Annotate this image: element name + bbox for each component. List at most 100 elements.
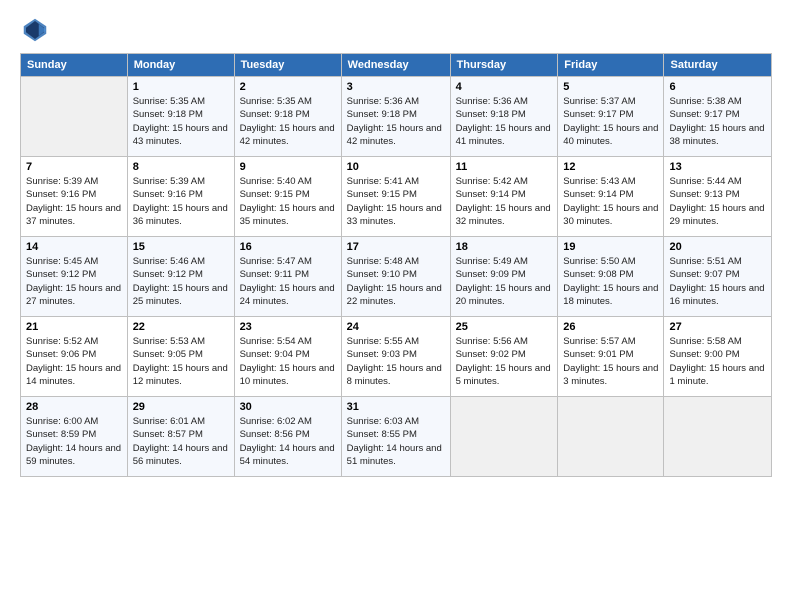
day-cell: 10 Sunrise: 5:41 AMSunset: 9:15 PMDayligh… xyxy=(341,157,450,237)
day-cell xyxy=(558,397,664,477)
day-number: 8 xyxy=(133,161,229,173)
day-number: 2 xyxy=(240,81,336,93)
day-info: Sunrise: 5:55 AMSunset: 9:03 PMDaylight:… xyxy=(347,335,445,388)
day-cell: 2 Sunrise: 5:35 AMSunset: 9:18 PMDaylight… xyxy=(234,77,341,157)
day-cell: 4 Sunrise: 5:36 AMSunset: 9:18 PMDaylight… xyxy=(450,77,558,157)
day-cell: 29Sunrise: 6:01 AMSunset: 8:57 PMDayligh… xyxy=(127,397,234,477)
day-cell: 12 Sunrise: 5:43 AMSunset: 9:14 PMDayligh… xyxy=(558,157,664,237)
day-cell: 26 Sunrise: 5:57 AMSunset: 9:01 PMDayligh… xyxy=(558,317,664,397)
day-number: 21 xyxy=(26,321,122,333)
col-header-sunday: Sunday xyxy=(21,54,128,77)
day-info: Sunrise: 5:40 AMSunset: 9:15 PMDaylight:… xyxy=(240,175,336,228)
day-cell: 7Sunrise: 5:39 AMSunset: 9:16 PMDaylight… xyxy=(21,157,128,237)
day-cell: 20 Sunrise: 5:51 AMSunset: 9:07 PMDayligh… xyxy=(664,237,772,317)
day-cell: 27 Sunrise: 5:58 AMSunset: 9:00 PMDayligh… xyxy=(664,317,772,397)
col-header-tuesday: Tuesday xyxy=(234,54,341,77)
col-header-friday: Friday xyxy=(558,54,664,77)
day-info: Sunrise: 5:35 AMSunset: 9:18 PMDaylight:… xyxy=(240,95,336,148)
day-info: Sunrise: 5:54 AMSunset: 9:04 PMDaylight:… xyxy=(240,335,336,388)
week-row-2: 7Sunrise: 5:39 AMSunset: 9:16 PMDaylight… xyxy=(21,157,772,237)
day-number: 15 xyxy=(133,241,229,253)
day-number: 3 xyxy=(347,81,445,93)
day-number: 20 xyxy=(669,241,766,253)
day-number: 5 xyxy=(563,81,658,93)
day-info: Sunrise: 5:43 AMSunset: 9:14 PMDaylight:… xyxy=(563,175,658,228)
day-number: 10 xyxy=(347,161,445,173)
day-info: Sunrise: 5:51 AMSunset: 9:07 PMDaylight:… xyxy=(669,255,766,308)
day-info: Sunrise: 5:35 AMSunset: 9:18 PMDaylight:… xyxy=(133,95,229,148)
day-info: Sunrise: 5:56 AMSunset: 9:02 PMDaylight:… xyxy=(456,335,553,388)
day-info: Sunrise: 5:45 AMSunset: 9:12 PMDaylight:… xyxy=(26,255,122,308)
day-cell xyxy=(450,397,558,477)
day-number: 6 xyxy=(669,81,766,93)
col-header-wednesday: Wednesday xyxy=(341,54,450,77)
day-number: 11 xyxy=(456,161,553,173)
day-cell: 5Sunrise: 5:37 AMSunset: 9:17 PMDaylight… xyxy=(558,77,664,157)
week-row-3: 14 Sunrise: 5:45 AMSunset: 9:12 PMDayligh… xyxy=(21,237,772,317)
day-number: 1 xyxy=(133,81,229,93)
day-info: Sunrise: 5:53 AMSunset: 9:05 PMDaylight:… xyxy=(133,335,229,388)
day-number: 29 xyxy=(133,401,229,413)
day-info: Sunrise: 5:49 AMSunset: 9:09 PMDaylight:… xyxy=(456,255,553,308)
day-info: Sunrise: 5:58 AMSunset: 9:00 PMDaylight:… xyxy=(669,335,766,388)
calendar-table: SundayMondayTuesdayWednesdayThursdayFrid… xyxy=(20,53,772,477)
logo-icon xyxy=(20,15,50,45)
day-info: Sunrise: 5:42 AMSunset: 9:14 PMDaylight:… xyxy=(456,175,553,228)
day-info: Sunrise: 5:46 AMSunset: 9:12 PMDaylight:… xyxy=(133,255,229,308)
day-cell: 14 Sunrise: 5:45 AMSunset: 9:12 PMDayligh… xyxy=(21,237,128,317)
day-cell: 30Sunrise: 6:02 AMSunset: 8:56 PMDayligh… xyxy=(234,397,341,477)
day-cell: 21 Sunrise: 5:52 AMSunset: 9:06 PMDayligh… xyxy=(21,317,128,397)
day-number: 22 xyxy=(133,321,229,333)
day-number: 28 xyxy=(26,401,122,413)
header-row: SundayMondayTuesdayWednesdayThursdayFrid… xyxy=(21,54,772,77)
day-number: 12 xyxy=(563,161,658,173)
day-number: 25 xyxy=(456,321,553,333)
day-cell: 24 Sunrise: 5:55 AMSunset: 9:03 PMDayligh… xyxy=(341,317,450,397)
week-row-5: 28 Sunrise: 6:00 AMSunset: 8:59 PMDayligh… xyxy=(21,397,772,477)
day-number: 31 xyxy=(347,401,445,413)
day-number: 23 xyxy=(240,321,336,333)
day-info: Sunrise: 5:41 AMSunset: 9:15 PMDaylight:… xyxy=(347,175,445,228)
day-number: 19 xyxy=(563,241,658,253)
col-header-thursday: Thursday xyxy=(450,54,558,77)
day-info: Sunrise: 5:47 AMSunset: 9:11 PMDaylight:… xyxy=(240,255,336,308)
day-cell: 22 Sunrise: 5:53 AMSunset: 9:05 PMDayligh… xyxy=(127,317,234,397)
day-info: Sunrise: 5:36 AMSunset: 9:18 PMDaylight:… xyxy=(456,95,553,148)
day-info: Sunrise: 5:39 AMSunset: 9:16 PMDaylight:… xyxy=(133,175,229,228)
day-info: Sunrise: 5:50 AMSunset: 9:08 PMDaylight:… xyxy=(563,255,658,308)
day-cell: 17Sunrise: 5:48 AMSunset: 9:10 PMDayligh… xyxy=(341,237,450,317)
week-row-4: 21 Sunrise: 5:52 AMSunset: 9:06 PMDayligh… xyxy=(21,317,772,397)
header xyxy=(20,15,772,45)
day-info: Sunrise: 5:36 AMSunset: 9:18 PMDaylight:… xyxy=(347,95,445,148)
day-cell: 25 Sunrise: 5:56 AMSunset: 9:02 PMDayligh… xyxy=(450,317,558,397)
day-cell: 13Sunrise: 5:44 AMSunset: 9:13 PMDayligh… xyxy=(664,157,772,237)
day-number: 14 xyxy=(26,241,122,253)
day-info: Sunrise: 6:03 AMSunset: 8:55 PMDaylight:… xyxy=(347,415,445,468)
day-number: 24 xyxy=(347,321,445,333)
day-cell: 28 Sunrise: 6:00 AMSunset: 8:59 PMDayligh… xyxy=(21,397,128,477)
day-info: Sunrise: 5:39 AMSunset: 9:16 PMDaylight:… xyxy=(26,175,122,228)
day-number: 9 xyxy=(240,161,336,173)
day-cell: 6 Sunrise: 5:38 AMSunset: 9:17 PMDaylight… xyxy=(664,77,772,157)
day-info: Sunrise: 5:52 AMSunset: 9:06 PMDaylight:… xyxy=(26,335,122,388)
day-number: 27 xyxy=(669,321,766,333)
day-cell: 18 Sunrise: 5:49 AMSunset: 9:09 PMDayligh… xyxy=(450,237,558,317)
week-row-1: 1 Sunrise: 5:35 AMSunset: 9:18 PMDaylight… xyxy=(21,77,772,157)
day-number: 16 xyxy=(240,241,336,253)
day-number: 26 xyxy=(563,321,658,333)
day-cell xyxy=(664,397,772,477)
day-cell xyxy=(21,77,128,157)
day-cell: 15 Sunrise: 5:46 AMSunset: 9:12 PMDayligh… xyxy=(127,237,234,317)
day-cell: 19 Sunrise: 5:50 AMSunset: 9:08 PMDayligh… xyxy=(558,237,664,317)
day-number: 4 xyxy=(456,81,553,93)
day-info: Sunrise: 6:00 AMSunset: 8:59 PMDaylight:… xyxy=(26,415,122,468)
day-cell: 3 Sunrise: 5:36 AMSunset: 9:18 PMDaylight… xyxy=(341,77,450,157)
day-cell: 31 Sunrise: 6:03 AMSunset: 8:55 PMDayligh… xyxy=(341,397,450,477)
day-info: Sunrise: 5:57 AMSunset: 9:01 PMDaylight:… xyxy=(563,335,658,388)
day-cell: 16 Sunrise: 5:47 AMSunset: 9:11 PMDayligh… xyxy=(234,237,341,317)
day-cell: 8 Sunrise: 5:39 AMSunset: 9:16 PMDaylight… xyxy=(127,157,234,237)
day-number: 18 xyxy=(456,241,553,253)
day-info: Sunrise: 6:02 AMSunset: 8:56 PMDaylight:… xyxy=(240,415,336,468)
day-info: Sunrise: 5:48 AMSunset: 9:10 PMDaylight:… xyxy=(347,255,445,308)
day-info: Sunrise: 5:38 AMSunset: 9:17 PMDaylight:… xyxy=(669,95,766,148)
